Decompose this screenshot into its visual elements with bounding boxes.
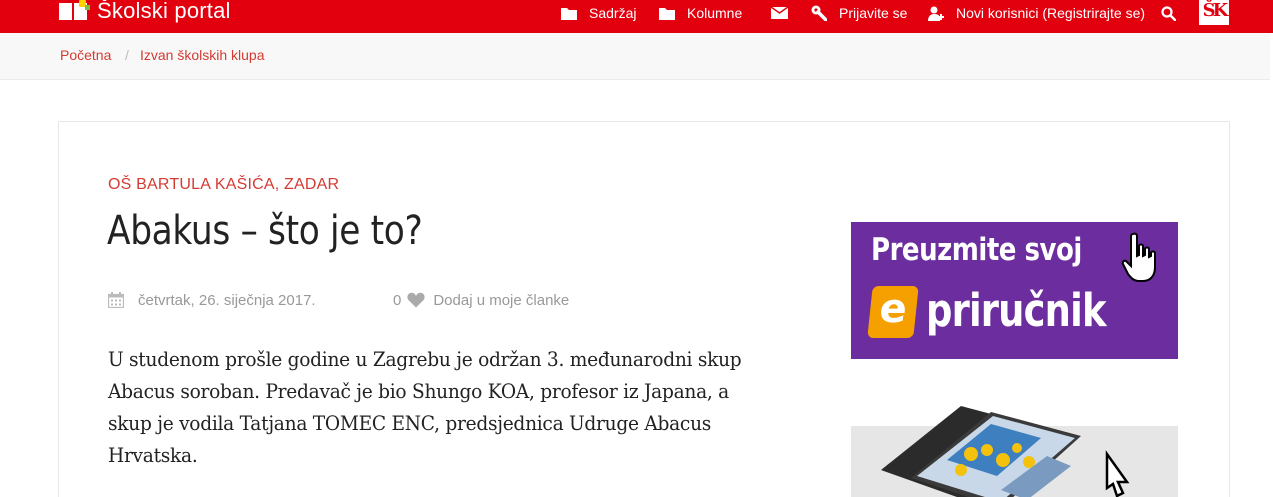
- platform-banner[interactable]: [851, 390, 1178, 497]
- article-title: Abakus – što je to?: [107, 208, 423, 254]
- banner-line2: priručnik: [926, 284, 1107, 337]
- folder-icon: [561, 7, 577, 20]
- article-date: četvrtak, 26. siječnja 2017.: [108, 290, 316, 310]
- heart-icon: [407, 292, 425, 308]
- calendar-icon: [108, 292, 124, 308]
- nav-login-label: Prijavite se: [839, 5, 908, 21]
- brand-link[interactable]: Školski portal: [59, 0, 231, 25]
- breadcrumb: Početna / Izvan školskih klupa: [0, 33, 1273, 80]
- tablet-screens-illustration: [881, 406, 1130, 497]
- nav-register-label: Novi korisnici (Registrirajte se): [956, 5, 1146, 21]
- article-body: U studenom prošle godine u Zagrebu je od…: [108, 347, 742, 467]
- breadcrumb-separator: /: [125, 47, 129, 63]
- nav-search[interactable]: [1161, 0, 1176, 26]
- article-category[interactable]: OŠ BARTULA KAŠIĆA, ZADAR: [108, 176, 339, 194]
- nav-kolumne[interactable]: Kolumne: [659, 0, 742, 26]
- breadcrumb-category[interactable]: Izvan školskih klupa: [140, 47, 265, 63]
- favorite-button[interactable]: 0 Dodaj u moje članke: [393, 290, 569, 310]
- banner-line1: Preuzmite svoj: [871, 232, 1082, 268]
- brand-logo-icon: [59, 0, 91, 22]
- sk-logo-link[interactable]: ŠK: [1199, 0, 1229, 25]
- likes-count: 0: [393, 291, 402, 309]
- nav-sadrzaj-label: Sadržaj: [589, 5, 637, 21]
- mail-icon: [771, 7, 788, 19]
- favorite-label: Dodaj u moje članke: [433, 291, 570, 309]
- brand-name: Školski portal: [97, 0, 231, 23]
- folder-icon: [659, 7, 675, 20]
- sk-logo-mark: ŠK: [1202, 0, 1229, 21]
- nav-login[interactable]: Prijavite se: [811, 0, 907, 26]
- hand-cursor-icon: [1121, 232, 1156, 282]
- nav-sadrzaj[interactable]: Sadržaj: [561, 0, 636, 26]
- wrench-icon: [811, 5, 827, 21]
- e-badge-letter: e: [877, 286, 910, 332]
- eprirucnik-banner[interactable]: Preuzmite svoj e priručnik: [851, 222, 1178, 359]
- nav-register[interactable]: Novi korisnici (Registrirajte se): [928, 0, 1145, 26]
- e-badge-icon: e: [867, 286, 919, 338]
- nav-contact[interactable]: [771, 0, 788, 26]
- user-plus-icon: [928, 6, 944, 21]
- search-icon: [1161, 5, 1176, 21]
- article-date-text: četvrtak, 26. siječnja 2017.: [138, 291, 316, 309]
- top-navbar: Školski portal Sadržaj Kolumne Prijavite…: [0, 0, 1273, 33]
- breadcrumb-home[interactable]: Početna: [60, 47, 111, 63]
- nav-kolumne-label: Kolumne: [687, 5, 743, 21]
